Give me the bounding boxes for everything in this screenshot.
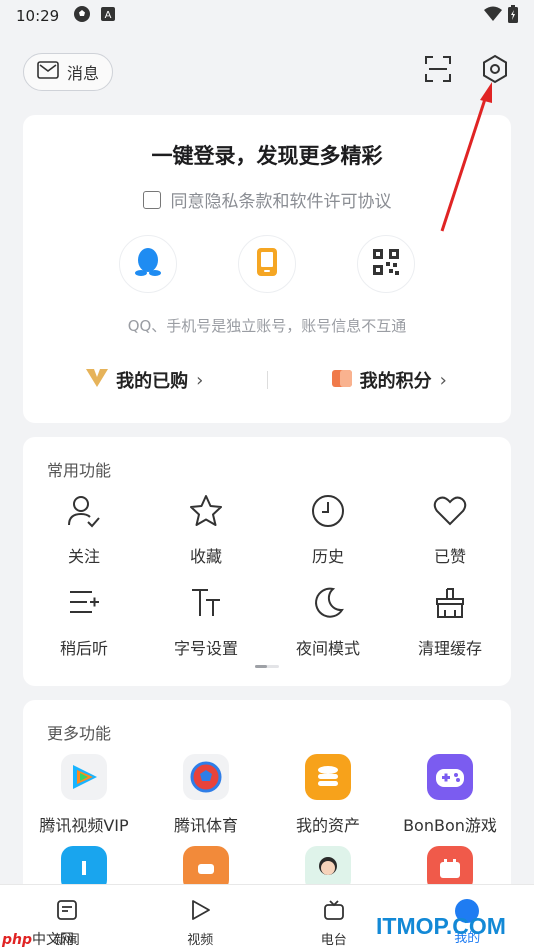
php-watermark-text: 中文网 (32, 932, 75, 948)
function-liked[interactable]: 已赞 (389, 485, 511, 577)
qrcode-icon (373, 249, 399, 279)
login-methods (119, 235, 415, 293)
agreement-text[interactable]: 同意隐私条款和软件许可协议 (171, 187, 392, 212)
settings-hexagon-icon (480, 54, 510, 88)
function-label: 已赞 (433, 547, 466, 566)
app-tencent-video-vip[interactable]: 腾讯视频VIP (23, 748, 145, 840)
function-label: 历史 (311, 547, 344, 566)
tencent-sports-icon (183, 754, 229, 800)
function-font-size[interactable]: 字号设置 (145, 577, 267, 669)
notification-a-icon: A (101, 7, 116, 25)
php-watermark: php中文网 (2, 929, 74, 949)
more-functions-title: 更多功能 (47, 724, 112, 743)
app-label: 腾讯体育 (173, 816, 238, 835)
game-icon (427, 754, 473, 800)
login-title[interactable]: 一键登录，发现更多精彩 (23, 140, 511, 170)
common-functions-card: 常用功能 关注 收藏 历史 已赞 稍后听 字号设置 夜间模式 清理缓存 (23, 437, 511, 686)
status-bar: 10:29 A (0, 0, 534, 32)
follow-icon (64, 491, 104, 531)
mail-icon (37, 61, 59, 83)
star-icon (186, 491, 226, 531)
my-points-link[interactable]: 我的积分 › (268, 367, 512, 393)
wifi-icon (484, 6, 502, 26)
app-my-assets[interactable]: 我的资产 (267, 748, 389, 840)
login-card: 一键登录，发现更多精彩 同意隐私条款和软件许可协议 QQ、手机号是独立账号，账号… (23, 115, 511, 423)
messages-button[interactable]: 消息 (23, 53, 113, 91)
common-functions-title: 常用功能 (47, 461, 112, 480)
function-clear-cache[interactable]: 清理缓存 (389, 577, 511, 669)
php-watermark-brand: php (2, 932, 33, 948)
agreement-checkbox[interactable] (142, 190, 161, 209)
tab-video[interactable]: 视频 (134, 885, 268, 950)
battery-icon (508, 5, 518, 27)
scan-icon (423, 54, 453, 88)
phone-icon (256, 247, 278, 281)
app-label: 我的资产 (295, 816, 360, 835)
function-follow[interactable]: 关注 (23, 485, 145, 577)
moon-icon (308, 583, 348, 623)
listen-later-icon (64, 583, 104, 623)
function-listen-later[interactable]: 稍后听 (23, 577, 145, 669)
login-links-row: 我的已购 › 我的积分 › (23, 367, 511, 393)
vip-v-icon (86, 368, 109, 392)
page-indicator (255, 665, 279, 668)
broom-icon (430, 583, 470, 623)
function-label: 字号设置 (173, 639, 238, 658)
qq-login-button[interactable] (119, 235, 177, 293)
login-note: QQ、手机号是独立账号，账号信息不互通 (127, 317, 407, 335)
radio-icon (323, 899, 345, 925)
app-label: 腾讯视频VIP (39, 816, 129, 835)
function-label: 关注 (67, 547, 100, 566)
tab-label: 电台 (320, 933, 347, 948)
settings-button[interactable] (479, 54, 511, 88)
phone-login-button[interactable] (238, 235, 296, 293)
function-history[interactable]: 历史 (267, 485, 389, 577)
function-label: 清理缓存 (417, 639, 482, 658)
app-bonbon-game[interactable]: BonBon游戏 (389, 748, 511, 840)
my-purchased-link[interactable]: 我的已购 › (23, 367, 267, 393)
agreement-row[interactable]: 同意隐私条款和软件许可协议 (23, 187, 511, 212)
status-time: 10:29 (16, 7, 60, 25)
play-icon (189, 899, 211, 925)
font-size-icon (186, 583, 226, 623)
chevron-right-icon: › (439, 369, 447, 391)
assets-icon (305, 754, 351, 800)
function-label: 夜间模式 (295, 639, 360, 658)
messages-label: 消息 (66, 64, 99, 83)
tab-label: 视频 (187, 933, 214, 948)
heart-icon (430, 491, 470, 531)
qrcode-login-button[interactable] (357, 235, 415, 293)
function-label: 收藏 (189, 547, 222, 566)
news-icon (56, 899, 78, 925)
common-functions-grid: 关注 收藏 历史 已赞 稍后听 字号设置 夜间模式 清理缓存 (23, 485, 511, 669)
scan-button[interactable] (422, 55, 454, 87)
chevron-right-icon: › (196, 369, 204, 391)
app-tencent-sports[interactable]: 腾讯体育 (145, 748, 267, 840)
my-points-label: 我的积分 (359, 371, 432, 392)
soccer-ball-icon (73, 5, 91, 27)
points-icon (331, 368, 352, 393)
svg-text:A: A (105, 10, 112, 21)
tencent-video-icon (61, 754, 107, 800)
app-label: BonBon游戏 (403, 816, 497, 835)
function-label: 稍后听 (59, 639, 108, 658)
clock-icon (308, 491, 348, 531)
itmop-watermark: ITMOP.COM (376, 913, 506, 939)
qq-icon (133, 246, 163, 282)
my-purchased-label: 我的已购 (116, 371, 189, 392)
function-night-mode[interactable]: 夜间模式 (267, 577, 389, 669)
function-favorites[interactable]: 收藏 (145, 485, 267, 577)
